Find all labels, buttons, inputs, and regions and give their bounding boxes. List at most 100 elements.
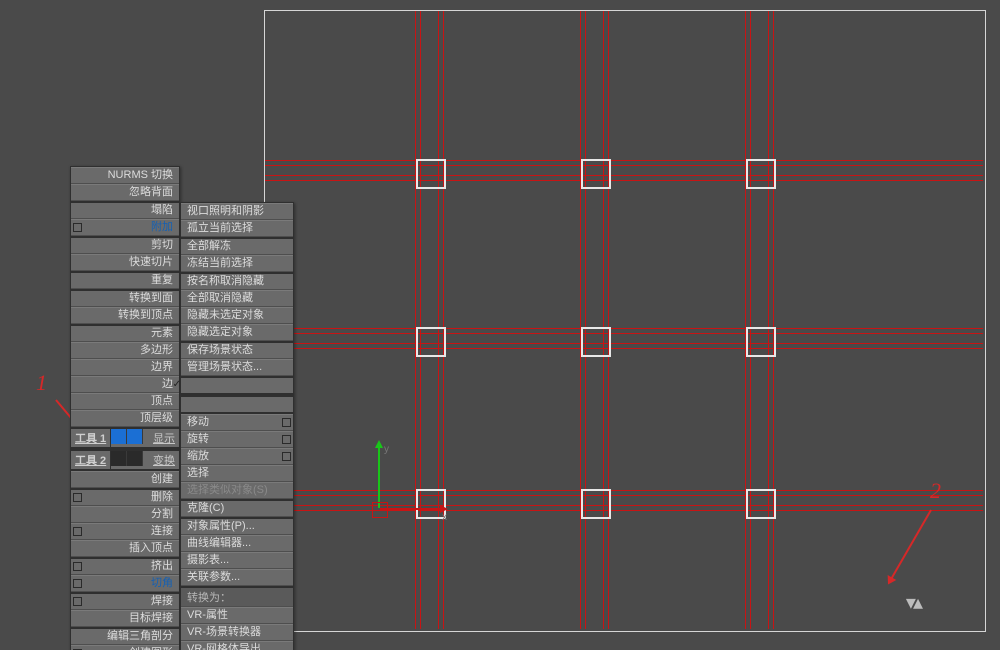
vertex-handle[interactable] — [581, 159, 611, 189]
vertex-handle[interactable] — [581, 489, 611, 519]
options-box-icon[interactable] — [73, 579, 82, 588]
vertex-handle[interactable] — [746, 327, 776, 357]
grid-edge-v[interactable] — [773, 11, 774, 629]
grid-edge-h[interactable] — [265, 495, 983, 496]
menu-item[interactable]: VR-场景转换器 — [181, 624, 293, 641]
options-box-icon[interactable] — [73, 493, 82, 502]
menu-item[interactable]: 旋转 — [181, 431, 293, 448]
grid-edge-v[interactable] — [415, 11, 416, 629]
menu-item[interactable]: 创建图形 — [71, 645, 179, 650]
menu-item[interactable]: 目标焊接 — [71, 610, 179, 627]
options-box-icon[interactable] — [73, 562, 82, 571]
quad-header-transform-label: 变换 — [149, 451, 179, 469]
vertex-handle[interactable] — [581, 327, 611, 357]
grid-edge-h[interactable] — [265, 328, 983, 329]
menu-item[interactable]: 顶层级 — [71, 410, 179, 427]
grid-edge-h[interactable] — [265, 343, 983, 344]
menu-item[interactable]: 对象属性(P)... — [181, 517, 293, 535]
menu-item[interactable]: VR-属性 — [181, 607, 293, 624]
options-box-icon[interactable] — [282, 452, 291, 461]
menu-item[interactable]: 边✓ — [71, 376, 179, 393]
grid-edge-h[interactable] — [265, 175, 983, 176]
grid-edge-v[interactable] — [580, 11, 581, 629]
options-box-icon[interactable] — [73, 527, 82, 536]
menu-item[interactable]: 分割 — [71, 506, 179, 523]
menu-item[interactable]: NURMS 切换 — [71, 167, 179, 184]
options-box-icon[interactable] — [282, 435, 291, 444]
menu-item[interactable]: 全部解冻 — [181, 237, 293, 255]
menu-item[interactable]: 视口照明和阴影 — [181, 203, 293, 220]
gizmo-x-axis[interactable] — [380, 508, 440, 510]
quad-cell-br[interactable] — [127, 451, 143, 466]
options-box-icon[interactable] — [73, 223, 82, 232]
menu-item[interactable]: 摄影表... — [181, 552, 293, 569]
quad-cell-tr[interactable] — [127, 429, 143, 444]
vertex-handle[interactable] — [416, 159, 446, 189]
menu-item[interactable]: 忽略背面 — [71, 184, 179, 201]
menu-item[interactable]: 管理场景状态... — [181, 359, 293, 376]
menu-item[interactable]: 剪切 — [71, 236, 179, 254]
grid-edge-h[interactable] — [265, 333, 983, 334]
menu-item[interactable]: 克隆(C) — [181, 499, 293, 517]
quad-cell-bl[interactable] — [111, 451, 127, 466]
submenu-convert-title[interactable]: 转换为： — [181, 586, 293, 607]
grid-edge-v[interactable] — [608, 11, 609, 629]
quad-cell-tl[interactable] — [111, 429, 127, 444]
gizmo-y-axis[interactable] — [378, 448, 380, 508]
menu-item[interactable]: 按名称取消隐藏 — [181, 272, 293, 290]
viewport-frame — [264, 10, 986, 632]
menu-item[interactable]: 全部取消隐藏 — [181, 290, 293, 307]
menu-item[interactable]: 选择类似对象(S) — [181, 482, 293, 499]
gizmo-origin-handle[interactable] — [372, 502, 388, 518]
options-box-icon[interactable] — [73, 597, 82, 606]
menu-item[interactable]: 切角 — [71, 575, 179, 592]
menu-item[interactable]: 编辑三角剖分 — [71, 627, 179, 645]
menu-item[interactable]: 孤立当前选择 — [181, 220, 293, 237]
menu-item[interactable]: VR-网格体导出 — [181, 641, 293, 650]
grid-edge-v[interactable] — [745, 11, 746, 629]
menu-item[interactable]: 连接 — [71, 523, 179, 540]
menu-item[interactable]: 边界 — [71, 359, 179, 376]
menu-item[interactable]: 附加 — [71, 219, 179, 236]
menu-item[interactable]: 曲线编辑器... — [181, 535, 293, 552]
menu-item[interactable]: 快速切片 — [71, 254, 179, 271]
grid-edge-h[interactable] — [265, 348, 983, 349]
grid-edge-v[interactable] — [768, 11, 769, 629]
menu-item[interactable]: 重复 — [71, 271, 179, 289]
menu-item[interactable]: 移动 — [181, 414, 293, 431]
menu-item[interactable]: 元素 — [71, 324, 179, 342]
quad-header-tools1[interactable]: 工具 1 显示 — [71, 427, 179, 449]
options-box-icon[interactable] — [282, 418, 291, 427]
menu-item[interactable]: 挤出 — [71, 557, 179, 575]
menu-item[interactable]: 隐藏未选定对象 — [181, 307, 293, 324]
grid-edge-v[interactable] — [420, 11, 421, 629]
grid-edge-h[interactable] — [265, 160, 983, 161]
menu-item[interactable]: 保存场景状态 — [181, 341, 293, 359]
grid-edge-h[interactable] — [265, 490, 983, 491]
grid-edge-h[interactable] — [265, 165, 983, 166]
menu-item[interactable]: 创建 — [71, 471, 179, 488]
menu-item[interactable]: 多边形 — [71, 342, 179, 359]
grid-edge-v[interactable] — [603, 11, 604, 629]
grid-edge-h[interactable] — [265, 180, 983, 181]
menu-item[interactable]: 顶点 — [71, 393, 179, 410]
grid-edge-v[interactable] — [750, 11, 751, 629]
menu-item[interactable]: 焊接 — [71, 592, 179, 610]
menu-item[interactable]: 塌陷 — [71, 201, 179, 219]
menu-item[interactable]: 删除 — [71, 488, 179, 506]
menu-item[interactable]: 转换到顶点 — [71, 307, 179, 324]
menu-item[interactable]: 选择 — [181, 465, 293, 482]
menu-item[interactable]: 缩放 — [181, 448, 293, 465]
grid-edge-v[interactable] — [443, 11, 444, 629]
menu-item[interactable]: 关联参数... — [181, 569, 293, 586]
menu-item[interactable]: 插入顶点 — [71, 540, 179, 557]
grid-edge-v[interactable] — [585, 11, 586, 629]
grid-edge-v[interactable] — [438, 11, 439, 629]
vertex-handle[interactable] — [746, 489, 776, 519]
menu-item[interactable]: 冻结当前选择 — [181, 255, 293, 272]
menu-item[interactable]: 转换到面 — [71, 289, 179, 307]
quad-header-tools2[interactable]: 工具 2 变换 — [71, 449, 179, 471]
vertex-handle[interactable] — [746, 159, 776, 189]
menu-item[interactable]: 隐藏选定对象 — [181, 324, 293, 341]
vertex-handle[interactable] — [416, 327, 446, 357]
